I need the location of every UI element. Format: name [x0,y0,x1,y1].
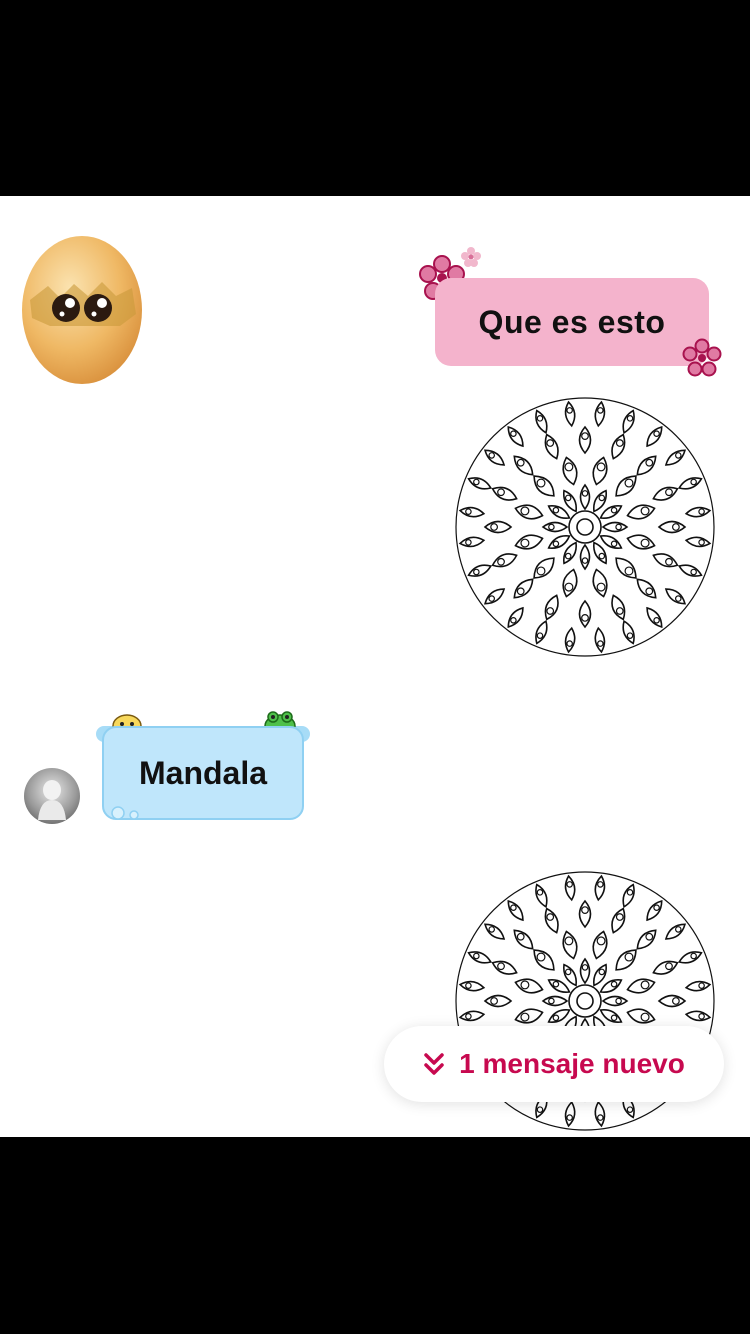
bubble-drops [110,806,144,825]
new-message-label: 1 mensaje nuevo [459,1048,685,1079]
incoming-message-text: Mandala [138,754,268,791]
outgoing-message-text: Que es esto [478,303,666,340]
outgoing-message-bubble[interactable]: Que es esto [435,278,709,366]
mandala-image[interactable] [450,392,720,662]
avatar[interactable] [24,768,80,824]
chat-area[interactable]: Que es esto Mandala 1 mensaje nuevo [0,196,750,1137]
flower-icon [682,338,722,383]
small-flower-icon [460,246,482,273]
bottom-black-bar [0,1137,750,1334]
top-black-bar [0,0,750,196]
double-chevron-down-icon [423,1051,445,1077]
new-message-button[interactable]: 1 mensaje nuevo [384,1026,724,1102]
egg-sticker[interactable] [20,230,144,384]
